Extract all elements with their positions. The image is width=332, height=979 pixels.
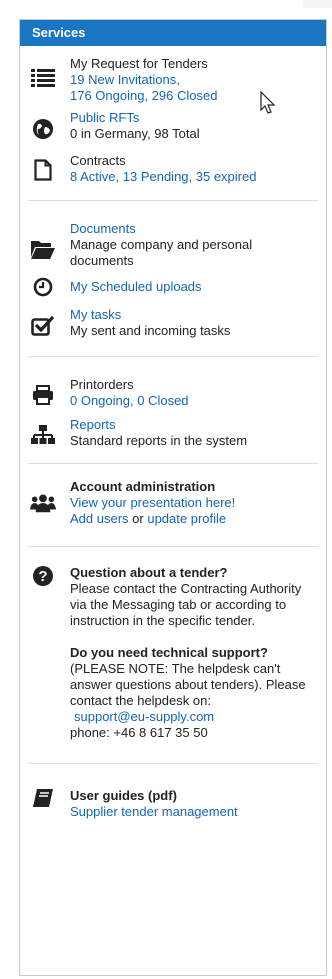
public-rfts-link[interactable]: Public RFTs [70,110,318,126]
folder-open-icon [30,239,56,259]
contracts-section: Contracts 8 Active, 13 Pending, 35 expir… [20,153,326,185]
question-body: Please contact the Contracting Authority… [70,581,302,628]
document-icon [30,159,56,181]
services-panel: Services My Request for Tenders 19 New I… [19,19,327,976]
presentation-link[interactable]: View your presentation here! [70,495,318,511]
documents-link[interactable]: Documents [70,221,318,237]
documents-section: Documents Manage company and personal do… [20,221,326,269]
reports-link[interactable]: Reports [70,417,318,433]
list-icon [30,68,56,88]
my-tasks-link[interactable]: My tasks [70,307,318,323]
support-phone: phone: +46 8 617 35 50 [70,725,208,740]
contracts-summary-link[interactable]: 8 Active, 13 Pending, 35 expired [70,169,318,185]
reports-section: Reports Standard reports in the system [20,417,326,449]
add-users-link[interactable]: Add users [70,511,129,526]
question-title: Question about a tender? [70,565,228,580]
documents-desc: Manage company and personal documents [70,237,253,268]
public-rfts-summary: 0 in Germany, 98 Total [70,126,200,141]
reports-desc: Standard reports in the system [70,433,248,448]
ongoing-rfts-link[interactable]: 176 Ongoing, [70,88,148,103]
printer-icon [30,385,56,405]
account-section: Account administration View your present… [20,479,326,527]
window-edge [303,0,332,8]
svg-text:?: ? [38,568,47,585]
tech-support-title: Do you need technical support? [70,645,268,660]
question-circle-icon: ? [30,565,56,587]
divider [28,356,318,357]
users-icon [30,493,56,513]
divider [28,463,318,464]
mouse-cursor-icon [260,91,276,115]
scheduled-uploads-link[interactable]: My Scheduled uploads [70,279,318,295]
globe-icon [30,118,56,140]
tasks-section: My tasks My sent and incoming tasks [20,307,326,339]
account-title: Account administration [70,479,216,494]
new-invitations-link[interactable]: 19 New Invitations, [70,72,318,88]
supplier-guide-link[interactable]: Supplier tender management [70,804,318,820]
contracts-title: Contracts [70,153,126,168]
printorders-section: Printorders 0 Ongoing, 0 Closed [20,377,326,409]
panel-header: Services [20,20,326,46]
public-rfts-section: Public RFTs 0 in Germany, 98 Total [20,110,326,142]
closed-rfts-link[interactable]: 296 Closed [152,88,218,103]
tasks-desc: My sent and incoming tasks [70,323,231,338]
or-text: or [128,511,148,526]
clock-icon [30,277,56,297]
sitemap-icon [30,425,56,445]
help-section: ? Question about a tender? Please contac… [20,565,326,741]
scheduled-section: My Scheduled uploads [20,277,326,297]
divider [28,200,318,201]
rft-section: My Request for Tenders 19 New Invitation… [20,54,326,104]
book-icon [30,788,56,808]
tech-support-body: (PLEASE NOTE: The helpdesk can't answer … [70,661,306,708]
user-guides-title: User guides (pdf) [70,788,177,803]
support-email-link[interactable]: support@eu-supply.com [70,709,314,725]
guides-section: User guides (pdf) Supplier tender manage… [20,788,326,820]
divider [28,546,318,547]
rft-title: My Request for Tenders [70,56,208,71]
divider [28,763,318,764]
update-profile-link[interactable]: update profile [147,511,226,526]
checkbox-icon [30,315,56,337]
printorders-title: Printorders [70,377,134,392]
printorders-summary-link[interactable]: 0 Ongoing, 0 Closed [70,393,318,409]
